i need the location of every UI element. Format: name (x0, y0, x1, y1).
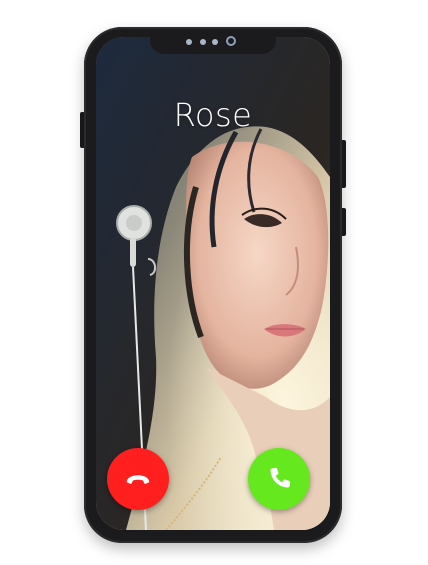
front-camera (226, 36, 236, 46)
decline-call-button[interactable] (107, 448, 169, 510)
stage: Rose (0, 0, 428, 565)
sensor-dot (212, 39, 218, 45)
sensor-dot (200, 39, 206, 45)
notch (150, 30, 276, 54)
caller-name: Rose (173, 96, 253, 134)
phone-hangup-icon (126, 475, 150, 484)
sensor-dot (186, 39, 192, 45)
phone-icon (270, 467, 291, 488)
accept-call-button[interactable] (248, 448, 310, 510)
